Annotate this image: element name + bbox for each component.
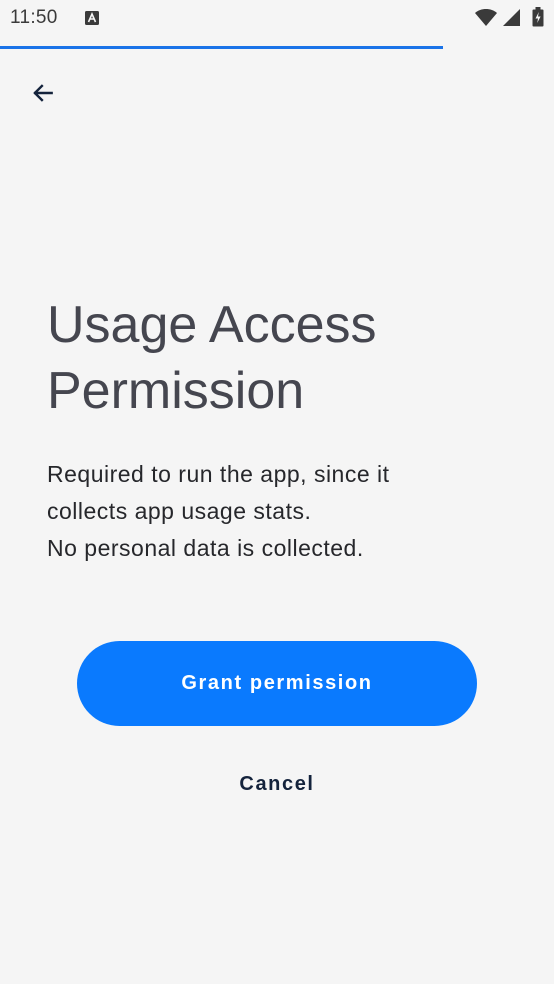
description-line: Required to run the app, since it bbox=[47, 461, 390, 487]
grant-permission-button[interactable]: Grant permission bbox=[77, 641, 477, 726]
progress-indicator bbox=[0, 46, 443, 49]
text-a-icon bbox=[85, 11, 99, 25]
back-button[interactable] bbox=[22, 72, 64, 114]
wifi-icon bbox=[475, 9, 497, 26]
battery-charging-icon bbox=[532, 7, 544, 27]
permission-description: Required to run the app, since it collec… bbox=[47, 456, 517, 567]
description-line: collects app usage stats. bbox=[47, 498, 312, 524]
description-line: No personal data is collected. bbox=[47, 535, 364, 561]
arrow-left-icon bbox=[33, 84, 53, 102]
cancel-button[interactable]: Cancel bbox=[177, 758, 377, 810]
page-title: Usage Access Permission bbox=[47, 296, 377, 420]
status-bar: 11:50 bbox=[0, 0, 554, 38]
cellular-signal-icon bbox=[503, 9, 520, 26]
status-time: 11:50 bbox=[10, 7, 58, 28]
